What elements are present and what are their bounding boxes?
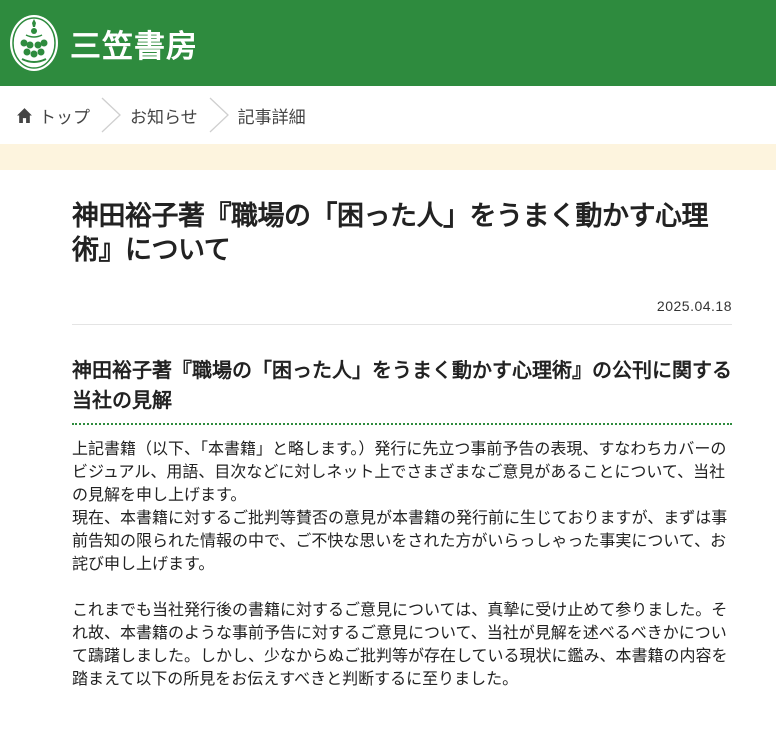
breadcrumb-item-home[interactable]: トップ: [16, 86, 90, 144]
article-paragraph: 上記書籍（以下、「本書籍」と略します。）発行に先立つ事前予告の表現、すなわちカバ…: [72, 439, 728, 573]
breadcrumb-label-article-detail: 記事詳細: [237, 107, 306, 128]
site-name[interactable]: 三笠書房: [70, 21, 198, 66]
site-header: 三笠書房: [0, 0, 776, 86]
section-title: 神田裕子著『職場の「困った人」をうまく動かす心理術』の公刊に関する当社の見解: [72, 355, 732, 425]
breadcrumb: トップ お知らせ 記事詳細: [0, 86, 776, 144]
article-body: 上記書籍（以下、「本書籍」と略します。）発行に先立つ事前予告の表現、すなわちカバ…: [72, 437, 732, 690]
breadcrumb-label-home: トップ: [39, 107, 90, 128]
notice-band: [0, 144, 776, 170]
breadcrumb-item-news[interactable]: お知らせ: [130, 86, 198, 144]
article-date: 2025.04.18: [656, 298, 732, 314]
breadcrumb-label-news: お知らせ: [130, 107, 198, 128]
article: 神田裕子著『職場の「困った人」をうまく動かす心理術』について 2025.04.1…: [0, 200, 776, 690]
chevron-right-icon: [101, 97, 121, 133]
chevron-right-icon: [209, 97, 229, 133]
article-title: 神田裕子著『職場の「困った人」をうまく動かす心理術』について: [72, 201, 709, 266]
divider: [72, 324, 732, 325]
breadcrumb-item-article-detail: 記事詳細: [238, 86, 306, 144]
home-icon: [17, 107, 32, 123]
article-paragraph: これまでも当社発行後の書籍に対するご意見については、真摯に受け止めて参りました。…: [72, 600, 728, 688]
logo-emblem-icon[interactable]: [8, 13, 60, 73]
